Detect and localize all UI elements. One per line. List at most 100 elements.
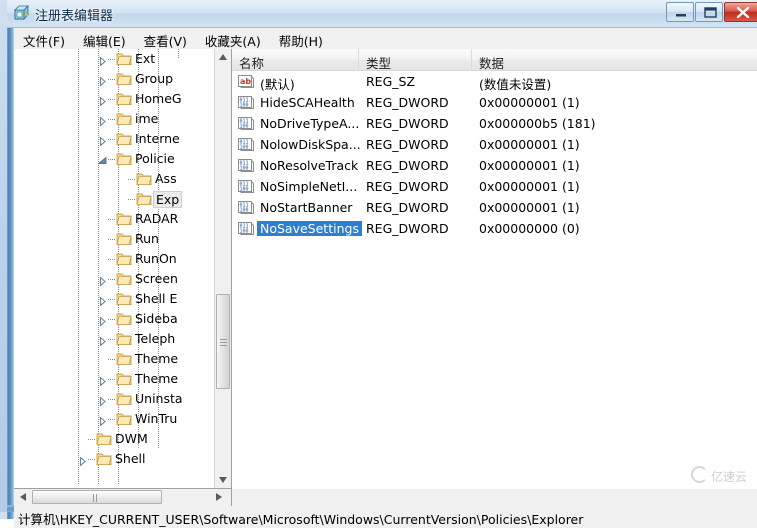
folder-icon bbox=[116, 112, 132, 126]
table-row[interactable]: 011 100 NolowDiskSpa... REG_DWORD 0x00000001… bbox=[232, 134, 757, 155]
title-bar[interactable]: 注册表编辑器 bbox=[7, 0, 757, 28]
chevron-right-icon[interactable] bbox=[98, 375, 107, 387]
tree-item-group[interactable]: Group bbox=[14, 69, 215, 89]
value-data: (数值未设置) bbox=[479, 77, 552, 92]
table-row[interactable]: 011 100 NoSimpleNetI... REG_DWORD 0x00000001… bbox=[232, 176, 757, 197]
tree-item-interne[interactable]: Interne bbox=[14, 129, 215, 149]
chevron-right-icon[interactable] bbox=[98, 115, 107, 127]
registry-editor-window: 注册表编辑器 文件(F) 编辑(E) 查看(V) 收藏夹(A) 帮助(H) Ex… bbox=[0, 0, 757, 528]
binary-value-icon: 011 100 bbox=[238, 158, 254, 173]
tree-item-shell[interactable]: Shell bbox=[14, 449, 215, 469]
folder-icon bbox=[116, 352, 132, 366]
chevron-down-icon[interactable] bbox=[97, 155, 107, 164]
tree-item-exp[interactable]: Exp bbox=[14, 189, 215, 209]
svg-text:100: 100 bbox=[240, 145, 249, 151]
value-type: REG_DWORD bbox=[366, 200, 449, 215]
column-header-name[interactable]: 名称 bbox=[232, 49, 359, 71]
value-data: 0x00000001 (1) bbox=[479, 200, 580, 215]
tree-item-teleph[interactable]: Teleph bbox=[14, 329, 215, 349]
chevron-right-icon[interactable] bbox=[98, 315, 107, 327]
tree-item-label: Run bbox=[135, 231, 159, 246]
tree-scrollbar-thumb[interactable] bbox=[216, 294, 230, 389]
tree-item-ass[interactable]: Ass bbox=[14, 169, 215, 189]
tree-item-runon[interactable]: RunOn bbox=[14, 249, 215, 269]
tree-item-theme[interactable]: Theme bbox=[14, 349, 215, 369]
tree-item-ime[interactable]: ime bbox=[14, 109, 215, 129]
tree-item-label: Exp bbox=[153, 191, 183, 208]
chevron-right-icon[interactable] bbox=[98, 395, 107, 407]
tree-item-wintru[interactable]: WinTru bbox=[14, 409, 215, 429]
svg-text:100: 100 bbox=[240, 103, 249, 109]
svg-text:100: 100 bbox=[240, 208, 249, 214]
chevron-right-icon[interactable] bbox=[98, 275, 107, 287]
indent-connector bbox=[108, 399, 116, 400]
tree-item-label: Sideba bbox=[135, 311, 178, 326]
tree-hscrollbar-thumb[interactable] bbox=[32, 490, 162, 516]
folder-icon bbox=[116, 212, 132, 226]
table-row[interactable]: 011 100 NoDriveTypeA... REG_DWORD 0x000000b5… bbox=[232, 113, 757, 134]
registry-editor-icon bbox=[13, 5, 30, 22]
tree-item-radar[interactable]: RADAR bbox=[14, 209, 215, 229]
chevron-right-icon[interactable] bbox=[98, 55, 107, 67]
tree-item-theme[interactable]: Theme bbox=[14, 369, 215, 389]
scrollbar-grip-icon bbox=[93, 494, 101, 516]
tree-horizontal-scrollbar[interactable] bbox=[14, 489, 232, 516]
indent-connector bbox=[108, 59, 116, 60]
folder-icon bbox=[116, 292, 132, 306]
chevron-right-icon[interactable] bbox=[78, 455, 87, 467]
tree-vertical-scrollbar[interactable] bbox=[214, 49, 231, 488]
value-name: NoSaveSettings bbox=[257, 221, 362, 236]
scroll-left-arrow-icon[interactable] bbox=[14, 489, 31, 505]
indent-connector bbox=[88, 459, 96, 460]
tree-item-label: Screen bbox=[135, 271, 178, 286]
tree-item-shell-e[interactable]: Shell E bbox=[14, 289, 215, 309]
folder-icon bbox=[116, 92, 132, 106]
folder-icon bbox=[116, 392, 132, 406]
minimize-button[interactable] bbox=[666, 2, 694, 22]
scroll-right-arrow-icon[interactable] bbox=[210, 489, 227, 505]
tree-item-uninsta[interactable]: Uninsta bbox=[14, 389, 215, 409]
tree-item-dwm[interactable]: DWM bbox=[14, 429, 215, 449]
tree-item-label: Interne bbox=[135, 131, 180, 146]
table-row[interactable]: 011 100 NoStartBanner REG_DWORD 0x00000001 (… bbox=[232, 197, 757, 218]
menu-bar: 文件(F) 编辑(E) 查看(V) 收藏夹(A) 帮助(H) bbox=[14, 28, 757, 49]
tree-item-label: Uninsta bbox=[135, 391, 183, 406]
table-row[interactable]: 011 100 NoResolveTrack REG_DWORD 0x00000001 … bbox=[232, 155, 757, 176]
tree-row-list: Ext Group HomeG ime Interne Policie Ass Exp RADA… bbox=[14, 49, 215, 469]
tree-item-label: Ass bbox=[155, 171, 177, 186]
tree-item-sideba[interactable]: Sideba bbox=[14, 309, 215, 329]
svg-text:100: 100 bbox=[240, 166, 249, 172]
tree-item-run[interactable]: Run bbox=[14, 229, 215, 249]
scroll-down-arrow-icon[interactable] bbox=[215, 472, 231, 488]
table-row[interactable]: ab (默认) REG_SZ (数值未设置) bbox=[232, 71, 757, 92]
registry-key-tree[interactable]: Ext Group HomeG ime Interne Policie Ass Exp RADA… bbox=[14, 49, 232, 489]
registry-value-list[interactable]: 名称 类型 数据 ab (默认) REG_SZ (数值未设置) 011 100 HideSC… bbox=[232, 49, 757, 489]
table-row[interactable]: 011 100 NoSaveSettings REG_DWORD 0x00000000 … bbox=[232, 218, 757, 239]
table-row[interactable]: 011 100 HideSCAHealth REG_DWORD 0x00000001 (… bbox=[232, 92, 757, 113]
status-bar: 计算机\HKEY_CURRENT_USER\Software\Microsoft… bbox=[14, 506, 757, 528]
window-title: 注册表编辑器 bbox=[35, 9, 114, 24]
close-button[interactable] bbox=[724, 2, 757, 22]
chevron-right-icon[interactable] bbox=[98, 295, 107, 307]
tree-item-screen[interactable]: Screen bbox=[14, 269, 215, 289]
chevron-right-icon[interactable] bbox=[98, 75, 107, 87]
column-header-type[interactable]: 类型 bbox=[359, 49, 472, 71]
chevron-right-icon[interactable] bbox=[98, 135, 107, 147]
value-name: HideSCAHealth bbox=[260, 95, 355, 110]
column-header-data[interactable]: 数据 bbox=[472, 49, 757, 71]
tree-item-label: RunOn bbox=[135, 251, 177, 266]
indent-connector bbox=[108, 239, 116, 240]
maximize-button[interactable] bbox=[695, 2, 723, 22]
chevron-right-icon[interactable] bbox=[98, 335, 107, 347]
indent-connector bbox=[108, 139, 116, 140]
tree-item-homeg[interactable]: HomeG bbox=[14, 89, 215, 109]
chevron-right-icon[interactable] bbox=[98, 415, 107, 427]
value-name: (默认) bbox=[260, 77, 295, 92]
folder-icon bbox=[116, 332, 132, 346]
scroll-up-arrow-icon[interactable] bbox=[215, 49, 231, 66]
tree-item-ext[interactable]: Ext bbox=[14, 49, 215, 69]
tree-item-policie[interactable]: Policie bbox=[14, 149, 215, 169]
client-area: Ext Group HomeG ime Interne Policie Ass Exp RADA… bbox=[14, 49, 757, 528]
indent-connector bbox=[108, 379, 116, 380]
chevron-right-icon[interactable] bbox=[98, 95, 107, 107]
